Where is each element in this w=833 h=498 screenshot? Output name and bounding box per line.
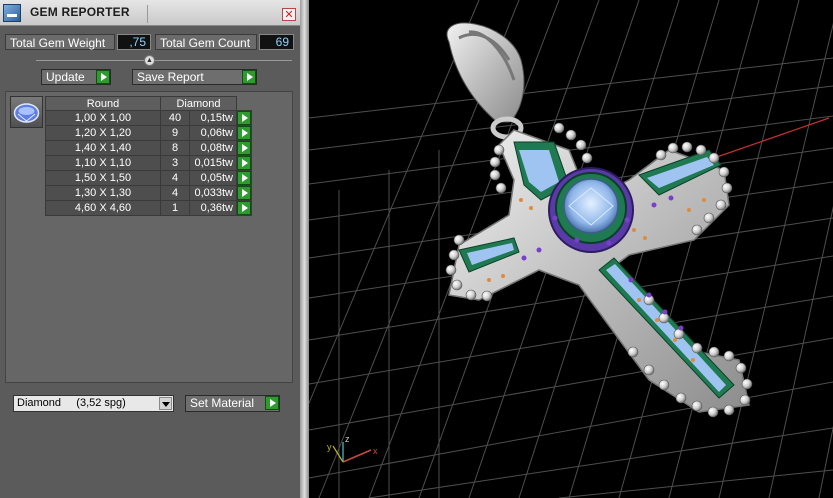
gem-size-cell: 1,30 X 1,30 xyxy=(45,185,161,201)
table-row[interactable]: 1,50 X 1,50 4 0,05tw xyxy=(45,170,252,186)
gem-count-cell: 40 xyxy=(160,110,190,126)
row-action-cell xyxy=(236,110,252,126)
title-divider xyxy=(147,5,148,23)
green-play-arrow-icon xyxy=(242,70,256,84)
round-diamond-icon[interactable] xyxy=(10,96,43,128)
green-play-arrow-icon xyxy=(96,70,110,84)
z-axis-label: z xyxy=(345,434,350,444)
gem-size-cell: 1,50 X 1,50 xyxy=(45,170,161,186)
row-action-cell xyxy=(236,155,252,171)
table-row[interactable]: 1,40 X 1,40 8 0,08tw xyxy=(45,140,252,156)
x-axis-label: x xyxy=(373,446,378,456)
gem-weight-cell: 0,05tw xyxy=(189,170,237,186)
row-action-cell xyxy=(236,185,252,201)
column-header-round: Round xyxy=(45,96,161,111)
gem-weight-cell: 0,08tw xyxy=(189,140,237,156)
collapse-knob-icon[interactable]: ▲ xyxy=(144,55,155,66)
gem-count-cell: 4 xyxy=(160,185,190,201)
table-row[interactable]: 1,00 X 1,00 40 0,15tw xyxy=(45,110,252,126)
row-action-cell xyxy=(236,170,252,186)
panel-title: GEM REPORTER xyxy=(30,5,130,19)
viewport-canvas[interactable]: z x y xyxy=(309,0,833,498)
green-play-arrow-icon[interactable] xyxy=(237,186,251,200)
gem-count-cell: 8 xyxy=(160,140,190,156)
green-play-arrow-icon xyxy=(265,396,279,410)
total-gem-count-value: 69 xyxy=(259,34,294,50)
panel-splitter-line xyxy=(36,60,292,61)
row-action-cell xyxy=(236,125,252,141)
gem-size-cell: 4,60 X 4,60 xyxy=(45,200,161,216)
title-bar: GEM REPORTER ✕ xyxy=(0,0,300,26)
table-row[interactable]: 1,30 X 1,30 4 0,033tw xyxy=(45,185,252,201)
update-button[interactable]: Update xyxy=(41,69,111,85)
green-play-arrow-icon[interactable] xyxy=(237,156,251,170)
gem-count-cell: 1 xyxy=(160,200,190,216)
gem-size-cell: 1,00 X 1,00 xyxy=(45,110,161,126)
green-play-arrow-icon[interactable] xyxy=(237,141,251,155)
table-row[interactable]: 4,60 X 4,60 1 0,36tw xyxy=(45,200,252,216)
total-gem-weight-value: ,75 xyxy=(117,34,151,50)
gem-size-cell: 1,20 X 1,20 xyxy=(45,125,161,141)
gem-count-cell: 9 xyxy=(160,125,190,141)
total-gem-weight-label: Total Gem Weight xyxy=(5,34,115,50)
gem-count-cell: 4 xyxy=(160,170,190,186)
gem-reporter-app-icon xyxy=(3,4,21,22)
gem-weight-cell: 0,015tw xyxy=(189,155,237,171)
close-icon[interactable]: ✕ xyxy=(282,8,296,21)
set-material-button[interactable]: Set Material xyxy=(185,395,280,412)
update-button-label: Update xyxy=(46,70,85,84)
save-report-button[interactable]: Save Report xyxy=(132,69,257,85)
material-dropdown-value: Diamond (3,52 spg) xyxy=(17,397,126,409)
gem-reporter-panel: GEM REPORTER ✕ Total Gem Weight ,75 Tota… xyxy=(0,0,300,498)
chevron-down-icon[interactable] xyxy=(159,397,172,410)
gem-weight-cell: 0,36tw xyxy=(189,200,237,216)
pendant-bail xyxy=(446,22,525,140)
row-action-cell xyxy=(236,140,252,156)
gem-weight-cell: 0,06tw xyxy=(189,125,237,141)
panel-divider[interactable] xyxy=(300,0,309,498)
save-report-button-label: Save Report xyxy=(137,70,204,84)
gem-count-cell: 3 xyxy=(160,155,190,171)
gem-table: Round Diamond 1,00 X 1,00 40 0,15tw 1,20… xyxy=(45,96,252,216)
green-play-arrow-icon[interactable] xyxy=(237,201,251,215)
green-play-arrow-icon[interactable] xyxy=(237,126,251,140)
set-material-button-label: Set Material xyxy=(190,396,255,410)
column-header-diamond: Diamond xyxy=(160,96,237,111)
y-axis-label: y xyxy=(327,442,332,452)
green-play-arrow-icon[interactable] xyxy=(237,111,251,125)
gem-weight-cell: 0,033tw xyxy=(189,185,237,201)
row-action-cell xyxy=(236,200,252,216)
gem-size-cell: 1,10 X 1,10 xyxy=(45,155,161,171)
cross-pendant xyxy=(445,122,753,418)
header-spacer xyxy=(237,97,252,111)
table-row[interactable]: 1,20 X 1,20 9 0,06tw xyxy=(45,125,252,141)
gem-size-cell: 1,40 X 1,40 xyxy=(45,140,161,156)
material-dropdown[interactable]: Diamond (3,52 spg) xyxy=(13,395,174,412)
gem-weight-cell: 0,15tw xyxy=(189,110,237,126)
3d-viewport[interactable]: z x y xyxy=(309,0,833,498)
table-row[interactable]: 1,10 X 1,10 3 0,015tw xyxy=(45,155,252,171)
green-play-arrow-icon[interactable] xyxy=(237,171,251,185)
total-gem-count-label: Total Gem Count xyxy=(155,34,257,50)
